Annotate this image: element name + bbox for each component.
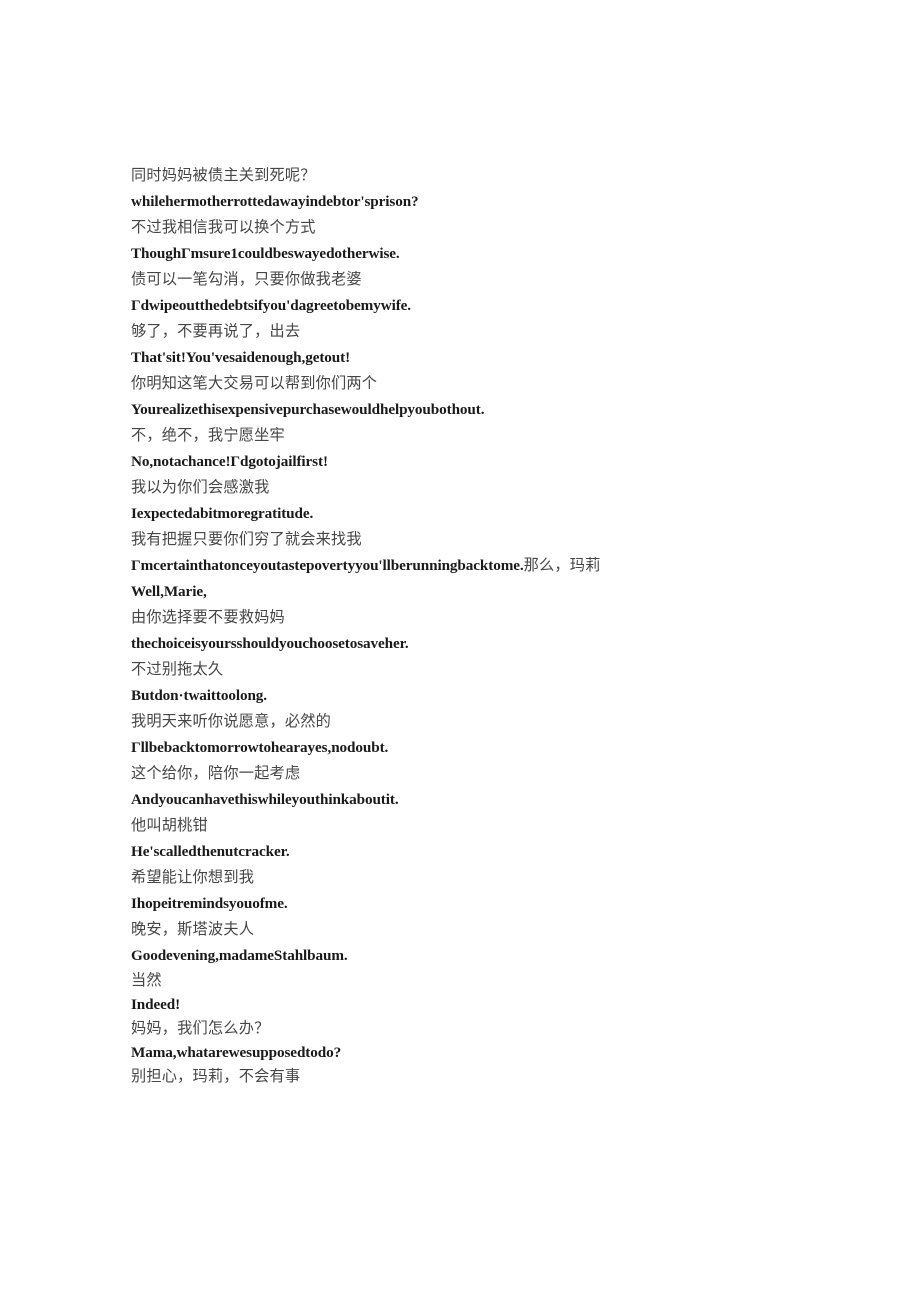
subtitle-line-source: 不过我相信我可以换个方式 <box>131 219 316 236</box>
subtitle-line-mixed: Гmcertainthatonceyoutastepovertyyou'llbe… <box>131 553 605 579</box>
subtitle-line-target: Andyoucanhavethiswhileyouthinkaboutit. <box>131 791 399 808</box>
document-page: 同时妈妈被债主关到死呢？ whilehermotherrottedawayind… <box>0 0 920 1301</box>
subtitle-line-source: 这个给你，陪你一起考虑 <box>131 765 301 782</box>
subtitle-line-source: 他叫胡桃钳 <box>131 817 208 834</box>
subtitle-line-source: 别担心，玛莉，不会有事 <box>131 1068 301 1085</box>
subtitle-line-source: 你明知这笔大交易可以帮到你们两个 <box>131 375 378 392</box>
subtitle-line-source: 债可以一笔勾消，只要你做我老婆 <box>131 271 362 288</box>
subtitle-line-source: 我明天来听你说愿意，必然的 <box>131 713 332 730</box>
subtitle-line-target: thechoiceisyoursshouldyouchoosetosaveher… <box>131 635 409 652</box>
subtitle-line-target: Mama,whatarewesupposedtodo? <box>131 1044 342 1061</box>
subtitle-line-target: ThoughГmsure1couldbeswayedotherwise. <box>131 245 400 262</box>
subtitle-line-source: 当然 <box>131 972 162 989</box>
subtitle-line-target: That'sit!You'vesaidenough,getout! <box>131 349 351 366</box>
subtitle-line-source: 晚安，斯塔波夫人 <box>131 921 255 938</box>
subtitle-line-target: Yourealizethisexpensivepurchasewouldhelp… <box>131 401 485 418</box>
subtitle-line-source: 我有把握只要你们穷了就会来找我 <box>131 531 362 548</box>
subtitle-line-target: whilehermotherrottedawayindebtor'sprison… <box>131 193 419 210</box>
transcript-body: 同时妈妈被债主关到死呢？ whilehermotherrottedawayind… <box>131 163 605 1089</box>
subtitle-line-target: Well,Marie, <box>131 583 207 600</box>
subtitle-line-target: Iexpectedabitmoregratitude. <box>131 505 314 522</box>
subtitle-line-source: 希望能让你想到我 <box>131 869 255 886</box>
subtitle-line-target: He'scalledthenutcracker. <box>131 843 290 860</box>
subtitle-line-target: Ihopeitremindsyouofme. <box>131 895 288 912</box>
subtitle-line-target: Butdon·twaittoolong. <box>131 687 267 704</box>
subtitle-line-source: 我以为你们会感激我 <box>131 479 270 496</box>
subtitle-run-target: Гmcertainthatonceyoutastepovertyyou'llbe… <box>131 557 524 574</box>
subtitle-line-target: No,notachance!Гdgotojailfirst! <box>131 453 328 470</box>
subtitle-run-source: 那么，玛莉 <box>523 557 601 574</box>
subtitle-line-source: 不过别拖太久 <box>131 661 224 678</box>
subtitle-line-source: 妈妈，我们怎么办？ <box>131 1020 270 1037</box>
subtitle-line-source: 同时妈妈被债主关到死呢？ <box>131 167 316 184</box>
subtitle-line-source: 由你选择要不要救妈妈 <box>131 609 285 626</box>
transcript-tail-block: 当然 Indeed! 妈妈，我们怎么办？ Mama,whatarewesuppo… <box>131 969 605 1089</box>
subtitle-line-target: Гllbebacktomorrowtohearayes,nodoubt. <box>131 739 389 756</box>
subtitle-line-source: 够了，不要再说了，出去 <box>131 323 301 340</box>
subtitle-line-target: Goodevening,madameStahlbaum. <box>131 947 348 964</box>
subtitle-line-source: 不，绝不，我宁愿坐牢 <box>131 427 285 444</box>
subtitle-line-target: Indeed! <box>131 996 181 1013</box>
subtitle-line-target: Гdwipeoutthedebtsifyou'dagreetobemywife. <box>131 297 412 314</box>
